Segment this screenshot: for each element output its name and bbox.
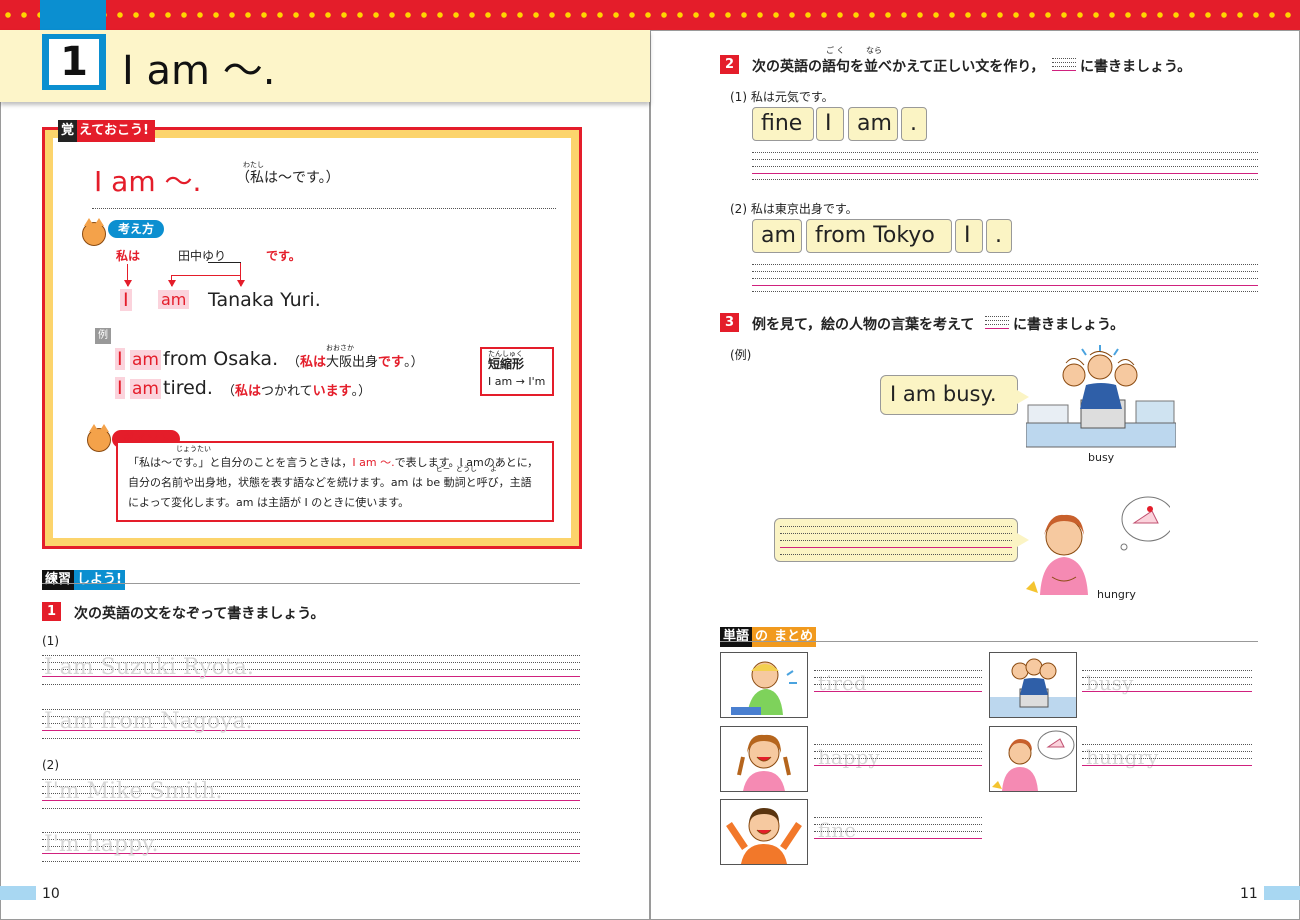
short-form-title: 短縮形 (488, 357, 525, 371)
vocab-lines-hungry[interactable] (1082, 744, 1252, 766)
q2-ruby-go: ご く (826, 46, 845, 55)
short-form-box: たんしゅく 短縮形 I am → I'm (480, 347, 554, 396)
q2-number: 2 (720, 55, 739, 74)
happy-image (720, 726, 808, 792)
diagram-en-am: am (158, 290, 190, 309)
point-ruby-yobi: よ (490, 465, 497, 473)
memo-tag-first: 覚 (58, 120, 78, 142)
example-speech-text: I am busy. (890, 382, 997, 406)
example-icon: 例 (95, 328, 111, 344)
ex1-rest: from Osaka. (163, 348, 279, 370)
point-ruby-doshi: どうし (456, 465, 477, 473)
q2-text: 次の英語の語句を並べかえて正しい文を作り， (752, 59, 1045, 75)
point-ruby-jotai: じょうたい (176, 445, 211, 453)
word-card[interactable]: am (752, 219, 802, 253)
ex2-rest: tired. (163, 377, 213, 399)
memo-tag: 覚 えておこう! (58, 120, 155, 142)
diagram-jp-watashi: 私は (116, 249, 141, 263)
q2-sub2: (2) 私は東京出身です。 (730, 202, 858, 216)
arrow-desu-line (171, 275, 241, 276)
word-card[interactable]: from Tokyo (806, 219, 952, 253)
word-card[interactable]: am (848, 107, 898, 141)
q2-line-icon (1052, 58, 1076, 71)
page-number-bar-left (0, 886, 36, 900)
practice-sub1: (1) (42, 634, 59, 648)
q3-number: 3 (720, 313, 739, 332)
q2-answer-lines-2[interactable] (752, 264, 1258, 292)
unit-title: I am ～. (122, 48, 276, 94)
word-card[interactable]: . (986, 219, 1012, 253)
hungry-person-illustration (1026, 496, 1170, 595)
vocab-tag: 単語 の まとめ (720, 627, 817, 647)
busy-caption: busy (1088, 451, 1115, 464)
q2-ruby-nara: なら (866, 46, 882, 55)
cat-mascot-point-icon (87, 424, 111, 452)
q3-line-icon (985, 316, 1009, 329)
memo-tag-rest: えておこう! (79, 123, 149, 138)
point-text: 「私は～です。」と自分のことを言うときは，I am ～.で表します。I amのあ… (128, 456, 539, 509)
unit-number: 1 (49, 39, 99, 85)
word-card[interactable]: . (901, 107, 927, 141)
word-card[interactable]: fine (752, 107, 814, 141)
key-sentence: I am ～. (94, 165, 202, 198)
q1-number: 1 (42, 602, 61, 621)
q1-text: 次の英語の文をなぞって書きましょう。 (74, 606, 325, 622)
trace-sentence-3: I'm Mike Smith. (44, 779, 223, 804)
practice-sub2: (2) (42, 758, 59, 772)
q3-example-label: (例) (730, 348, 752, 362)
page-number-bar-right (1264, 886, 1300, 900)
arrow-name-line (208, 262, 241, 263)
short-form-value: I am → I'm (488, 375, 546, 388)
point-ruby-be: ビー (436, 465, 450, 473)
page-number-right: 11 (1240, 886, 1258, 902)
ex1-note: （私は大阪出身です。） (287, 355, 424, 370)
hungry-caption: hungry (1097, 588, 1136, 601)
arrow-desu (237, 262, 245, 287)
q3-answer-lines[interactable] (780, 526, 1012, 555)
vocab-lines-fine[interactable] (814, 817, 982, 839)
q3-text-end: に書きましょう。 (1013, 317, 1125, 333)
thinking-label: 考え方 (108, 220, 165, 238)
q2-text-end: に書きましょう。 (1080, 59, 1192, 75)
vocab-lines-busy[interactable] (1082, 670, 1252, 692)
word-card[interactable]: I (816, 107, 844, 141)
page-number-left: 10 (42, 886, 60, 902)
busy-person-illustration (1026, 345, 1176, 448)
unit-number-badge: 1 (42, 34, 106, 90)
q2-sub1: (1) 私は元気です。 (730, 90, 834, 104)
trace-sentence-1: I am Suzuki Ryota. (44, 655, 254, 680)
vocab-lines-tired[interactable] (814, 670, 982, 692)
arrow-watashi (124, 264, 132, 287)
fine-image (720, 799, 808, 865)
practice-rule (42, 583, 580, 584)
arrow-desu-end (168, 275, 176, 287)
ex2-i: I (115, 377, 125, 399)
cat-mascot-icon (82, 218, 106, 246)
word-card[interactable]: I (955, 219, 983, 253)
diagram-en-i: I (120, 289, 132, 311)
key-note: （私は～です。） (236, 170, 340, 186)
q2-answer-lines-1[interactable] (752, 152, 1258, 180)
ex1-am: am (130, 350, 161, 370)
ex2-note: （私はつかれています。） (222, 384, 372, 399)
diagram-en-name: Tanaka Yuri. (208, 289, 321, 311)
trace-sentence-2: I am from Nagoya. (44, 709, 253, 734)
vocab-rule (720, 641, 1258, 642)
diagram-jp-desu: です。 (266, 249, 301, 263)
ex2-am: am (130, 379, 161, 399)
tired-image (720, 652, 808, 718)
trace-sentence-4: I'm happy. (44, 832, 159, 857)
ex1-i: I (115, 348, 125, 370)
divider (92, 208, 556, 209)
hungry-image (989, 726, 1077, 792)
q3-text: 例を見て，絵の人物の言葉を考えて (752, 317, 975, 333)
dot-pattern (0, 11, 1300, 19)
unit-tab (40, 0, 106, 30)
vocab-lines-happy[interactable] (814, 744, 982, 766)
busy-image (989, 652, 1077, 718)
practice-tag: 練習 しよう! (42, 570, 125, 590)
top-decor-band (0, 0, 1300, 30)
